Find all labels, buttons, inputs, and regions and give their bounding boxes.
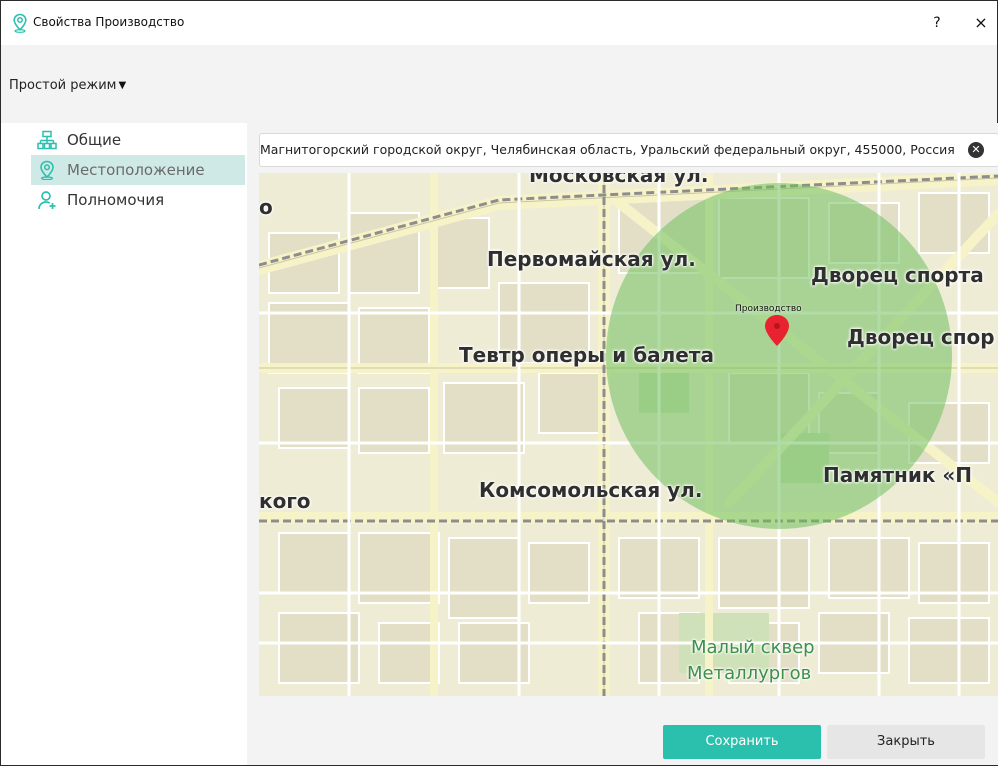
clear-circle-icon[interactable]: ✕ (968, 142, 984, 158)
sidebar-item-general[interactable]: Общие (31, 125, 245, 155)
address-search-value: Магнитогорский городской округ, Челябинс… (260, 142, 955, 157)
map-label-left-top: о (259, 195, 273, 219)
mode-dropdown[interactable]: Простой режим ▼ (9, 78, 126, 93)
help-button[interactable]: ? (927, 11, 947, 35)
sidebar-item-label: Общие (67, 131, 122, 149)
sidebar-item-permissions[interactable]: Полномочия (31, 185, 245, 215)
map-label-square-2: Металлургов (687, 663, 812, 684)
map-view[interactable]: Московская ул. о Первомайская ул. Дворец… (259, 173, 998, 696)
save-button[interactable]: Сохранить (663, 725, 821, 759)
map-label-palace-sports-1: Дворец спорта (811, 263, 984, 287)
sidebar-item-location[interactable]: Местоположение (31, 155, 245, 185)
sidebar (1, 123, 247, 765)
close-window-button[interactable]: × (969, 11, 993, 35)
sidebar-item-label: Местоположение (67, 161, 205, 179)
map-label-monument: Памятник «П (823, 463, 973, 487)
close-button[interactable]: Закрыть (827, 725, 985, 759)
sidebar-item-label: Полномочия (67, 191, 165, 209)
location-pin-icon (13, 13, 27, 33)
map-label-theatre: Тевтр оперы и балета (459, 343, 714, 367)
caret-down-icon: ▼ (118, 80, 127, 91)
user-add-icon (38, 191, 56, 210)
mode-toolbar (1, 45, 997, 123)
location-pin-icon (40, 160, 54, 180)
map-label-left-mid: кого (259, 489, 311, 513)
marker-caption: Производство (735, 304, 802, 314)
address-search-input[interactable]: Магнитогорский городской округ, Челябинс… (259, 133, 998, 167)
map-label-moskovskaya: Московская ул. (529, 173, 709, 187)
map-label-palace-sports-2: Дворец спор (847, 325, 995, 349)
properties-dialog: Свойства Производство ? × Простой режим … (0, 0, 998, 766)
window-title: Свойства Производство (33, 15, 185, 29)
mode-dropdown-label: Простой режим (9, 78, 117, 93)
map-label-pervomayskaya: Первомайская ул. (487, 247, 696, 271)
org-structure-icon (37, 130, 57, 150)
map-label-komsomolskaya: Комсомольская ул. (479, 478, 703, 502)
map-label-square-1: Малый сквер (691, 637, 815, 658)
title-bar: Свойства Производство ? × (1, 1, 997, 45)
